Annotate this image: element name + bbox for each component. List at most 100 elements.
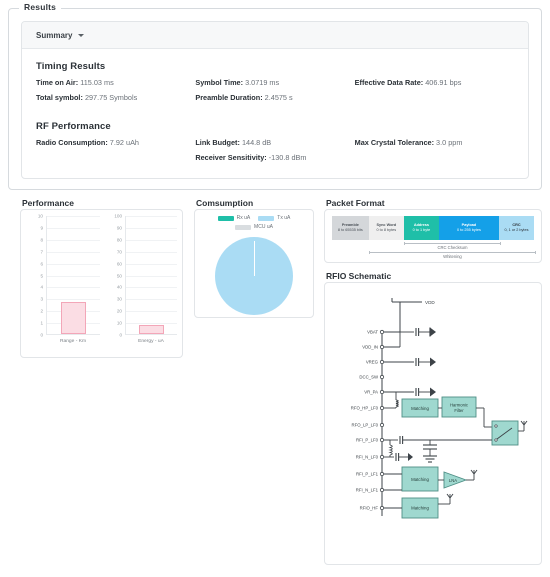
legend-label: Rx uA xyxy=(236,215,251,221)
rf-item-value: 144.8 dB xyxy=(241,138,272,148)
switch-contact xyxy=(494,424,498,428)
packet-field-size: 0 to 8 bytes xyxy=(376,228,397,232)
timing-cell: Preamble Duration: 2.4575 s xyxy=(195,94,354,109)
timing-item-key: Preamble Duration: xyxy=(195,93,263,103)
performance-title: Performance xyxy=(22,198,74,208)
schematic-wire xyxy=(473,469,478,475)
schematic-wire xyxy=(520,420,525,426)
timing-cell xyxy=(355,94,514,109)
rf-cell: Max Crystal Tolerance: 3.0 ppm xyxy=(355,139,514,154)
legend-label: Tx uA xyxy=(277,215,291,221)
bar xyxy=(139,324,164,334)
schematic-label: DCC_SW xyxy=(359,375,379,380)
inductor-symbol xyxy=(388,444,393,456)
timing-item: Preamble Duration: 2.4575 s xyxy=(195,94,354,102)
pin-terminal xyxy=(379,329,385,335)
timing-cell: Symbol Time: 3.0719 ms xyxy=(195,78,354,94)
schematic-label: RFO_HP_LF0 xyxy=(351,406,379,411)
rfio-schematic-title: RFIO Schematic xyxy=(326,271,392,281)
schematic-label: VREG xyxy=(366,360,379,365)
y-tick-label: 6 xyxy=(40,261,43,267)
gridline xyxy=(126,275,177,277)
chevron-down-icon xyxy=(78,33,85,37)
results-panel-legend: Results xyxy=(19,2,62,12)
y-tick-label: 8 xyxy=(40,237,43,243)
timing-item-value: 406.91 bps xyxy=(425,78,462,87)
packet-field: Address 0 to 1 byte xyxy=(403,216,439,240)
schematic-label: RFI_P_LF1 xyxy=(356,472,379,477)
gridline xyxy=(47,263,100,265)
schematic-label: RFIO_HF xyxy=(360,506,379,511)
y-tick-label: 20 xyxy=(116,308,122,314)
gridline xyxy=(126,263,177,265)
plot-area-energy xyxy=(125,216,177,335)
x-axis-label-energy: Energy - uA xyxy=(138,339,164,344)
y-tick-label: 0 xyxy=(40,332,43,338)
legend-item[interactable]: MCU uA xyxy=(235,224,273,230)
summary-toggle-label: Summary xyxy=(36,30,73,40)
y-tick-label: 10 xyxy=(37,213,43,219)
gridline xyxy=(47,287,100,289)
timing-results-title: Timing Results xyxy=(36,61,106,72)
pin-terminal xyxy=(379,344,385,350)
timing-item: Total symbol: 297.75 Symbols xyxy=(36,94,195,102)
legend-item[interactable]: Tx uA xyxy=(258,215,290,221)
schematic-wire xyxy=(449,493,454,499)
consumption-pie-wrap xyxy=(195,236,313,315)
performance-bar-chart: 0 1 2 3 4 5 6 7 8 9 10 Range - Km 0 10 20 30 40 50 60 70 8… xyxy=(21,210,182,357)
y-tick-label: 3 xyxy=(40,296,43,302)
packet-field: Payload 0 to 255 bytes xyxy=(438,216,499,240)
ground-arrow xyxy=(430,387,436,397)
gridline xyxy=(47,275,100,277)
y-tick-label: 80 xyxy=(116,237,122,243)
gridline xyxy=(126,239,177,241)
rfio-schematic-svg: VDD VBAT VDD_IN VREG DCC_SW VR_PA RFO_HP_LF0 RF… xyxy=(351,298,528,519)
rf-item-value: -130.8 dBm xyxy=(268,153,307,163)
consumption-legend: Rx uA Tx uA MCU uA xyxy=(201,215,307,230)
timing-item-value: 2.4575 s xyxy=(264,93,293,103)
rfio-schematic-drawing: VDD VBAT VDD_IN VREG DCC_SW VR_PA RFO_HP_LF0 RF… xyxy=(325,283,541,564)
timing-cell: Effective Data Rate: 406.91 bps xyxy=(355,78,514,94)
packet-format-title: Packet Format xyxy=(326,198,385,208)
bar xyxy=(60,302,87,334)
schematic-label: Filter xyxy=(454,408,464,413)
inductor-symbol xyxy=(395,399,399,408)
schematic-label: Matching xyxy=(411,406,429,411)
gridline xyxy=(126,311,177,313)
gridline xyxy=(126,299,177,301)
y-tick-label: 5 xyxy=(40,273,43,278)
schematic-label: VDD_IN xyxy=(362,345,378,350)
rf-item-value: 3.0 ppm xyxy=(436,138,463,148)
rf-item-key: Receiver Sensitivity: xyxy=(195,153,267,163)
packet-field-size: 8 to 65535 bits xyxy=(337,228,363,232)
timing-cell: Total symbol: 297.75 Symbols xyxy=(36,94,195,109)
results-panel: Results Summary Timing Results Time on A… xyxy=(8,2,542,190)
y-axis-ticks-energy: 0 10 20 30 40 50 60 70 80 90 100 xyxy=(104,213,124,338)
consumption-title: Comsumption xyxy=(196,198,254,208)
pin-terminal xyxy=(379,487,385,493)
results-screen: Results Summary Timing Results Time on A… xyxy=(0,0,550,577)
rf-item: Link Budget: 144.8 dB xyxy=(195,139,354,147)
schematic-wire xyxy=(470,469,475,475)
legend-item[interactable]: Rx uA xyxy=(217,215,251,221)
plot-area-range xyxy=(46,216,100,335)
gridline xyxy=(126,216,177,217)
packet-field: Sync Word 0 to 8 bytes xyxy=(368,216,404,240)
pin-terminal xyxy=(379,505,385,511)
ground-arrow xyxy=(430,357,436,367)
pin-terminal xyxy=(379,374,385,380)
timing-item-key: Time on Air: xyxy=(36,78,79,87)
rf-item-key: Radio Consumption: xyxy=(36,138,108,148)
timing-results-grid: Time on Air: 115.03 ms Symbol Time: 3.07… xyxy=(36,78,514,109)
schematic-label: LNA xyxy=(449,478,457,483)
packet-field-size: 0 to 255 bytes xyxy=(457,228,481,232)
rf-cell xyxy=(355,154,514,169)
legend-label: MCU uA xyxy=(254,224,273,230)
gridline xyxy=(47,239,100,241)
legend-swatch xyxy=(217,215,234,221)
bar-subchart-range: 0 1 2 3 4 5 6 7 8 9 10 Range - Km xyxy=(25,213,103,353)
timing-item-key: Symbol Time: xyxy=(195,78,244,87)
y-tick-label: 100 xyxy=(114,213,122,219)
y-tick-label: 2 xyxy=(40,308,43,314)
summary-toggle[interactable]: Summary xyxy=(36,30,85,40)
